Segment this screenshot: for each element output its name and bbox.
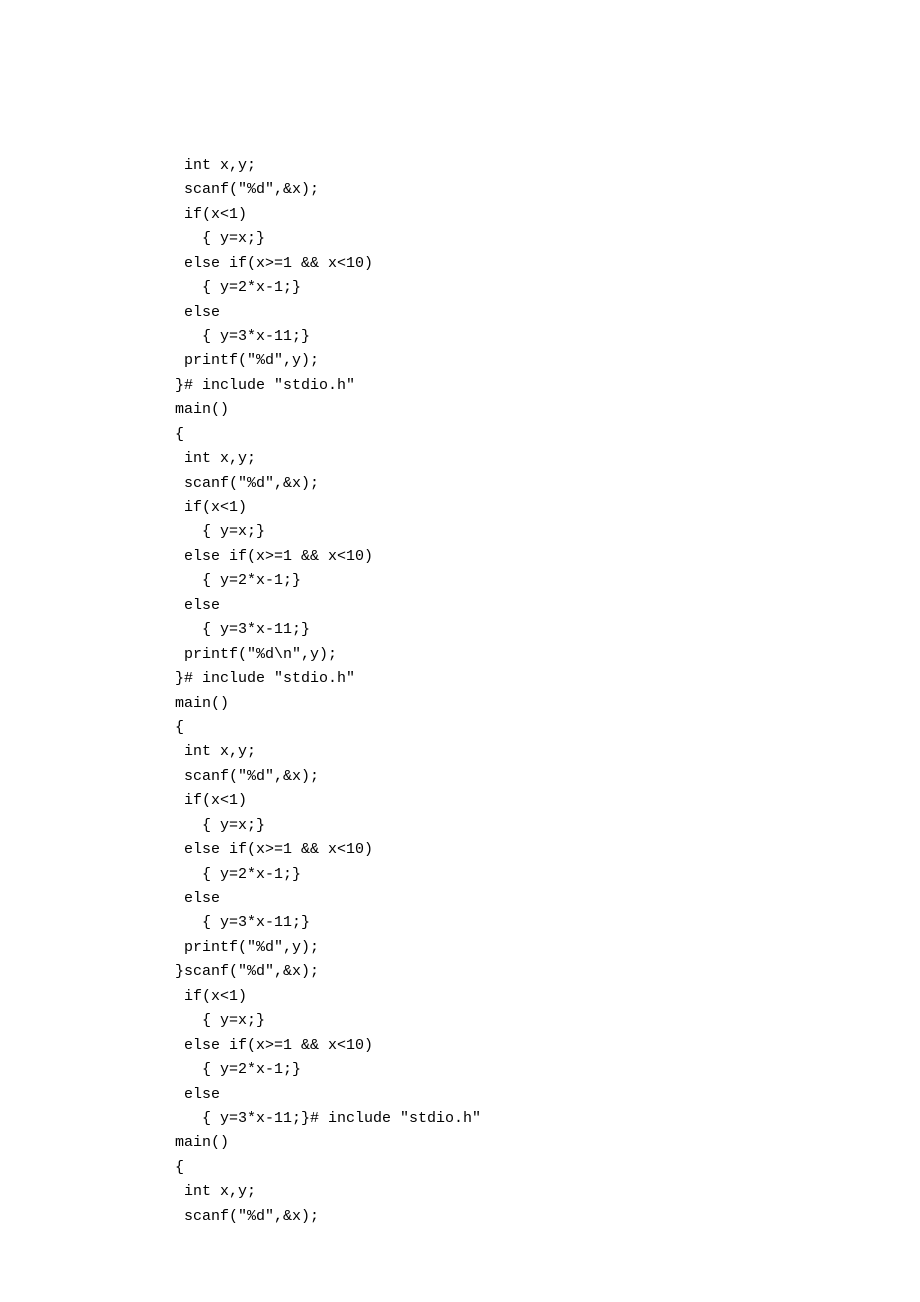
code-line: if(x<1) — [175, 203, 920, 227]
code-line: else — [175, 301, 920, 325]
code-line: else — [175, 594, 920, 618]
code-line: printf("%d",y); — [175, 349, 920, 373]
code-line: { y=x;} — [175, 1009, 920, 1033]
code-line: main() — [175, 398, 920, 422]
code-line: { — [175, 1156, 920, 1180]
code-line: printf("%d",y); — [175, 936, 920, 960]
code-line: { y=3*x-11;}# include "stdio.h" — [175, 1107, 920, 1131]
code-line: int x,y; — [175, 447, 920, 471]
code-line: scanf("%d",&x); — [175, 765, 920, 789]
code-line: main() — [175, 692, 920, 716]
code-line: { y=3*x-11;} — [175, 911, 920, 935]
code-line: { y=2*x-1;} — [175, 569, 920, 593]
code-line: int x,y; — [175, 1180, 920, 1204]
code-line: if(x<1) — [175, 985, 920, 1009]
code-block: int x,y; scanf("%d",&x); if(x<1) { y=x;}… — [175, 154, 920, 1229]
code-line: scanf("%d",&x); — [175, 1205, 920, 1229]
code-line: else if(x>=1 && x<10) — [175, 545, 920, 569]
code-line: { y=2*x-1;} — [175, 276, 920, 300]
code-line: printf("%d\n",y); — [175, 643, 920, 667]
code-document: int x,y; scanf("%d",&x); if(x<1) { y=x;}… — [0, 0, 920, 1254]
code-line: else if(x>=1 && x<10) — [175, 1034, 920, 1058]
code-line: if(x<1) — [175, 496, 920, 520]
code-line: scanf("%d",&x); — [175, 178, 920, 202]
code-line: { y=x;} — [175, 520, 920, 544]
code-line: { y=x;} — [175, 227, 920, 251]
code-line: }# include "stdio.h" — [175, 667, 920, 691]
code-line: int x,y; — [175, 740, 920, 764]
code-line: { y=x;} — [175, 814, 920, 838]
code-line: }scanf("%d",&x); — [175, 960, 920, 984]
code-line: else if(x>=1 && x<10) — [175, 838, 920, 862]
code-line: int x,y; — [175, 154, 920, 178]
code-line: { — [175, 423, 920, 447]
code-line: { y=3*x-11;} — [175, 618, 920, 642]
code-line: else — [175, 1083, 920, 1107]
code-line: { y=2*x-1;} — [175, 1058, 920, 1082]
code-line: }# include "stdio.h" — [175, 374, 920, 398]
code-line: else if(x>=1 && x<10) — [175, 252, 920, 276]
code-line: { y=2*x-1;} — [175, 863, 920, 887]
code-line: main() — [175, 1131, 920, 1155]
code-line: else — [175, 887, 920, 911]
code-line: if(x<1) — [175, 789, 920, 813]
code-line: scanf("%d",&x); — [175, 472, 920, 496]
code-line: { y=3*x-11;} — [175, 325, 920, 349]
code-line: { — [175, 716, 920, 740]
